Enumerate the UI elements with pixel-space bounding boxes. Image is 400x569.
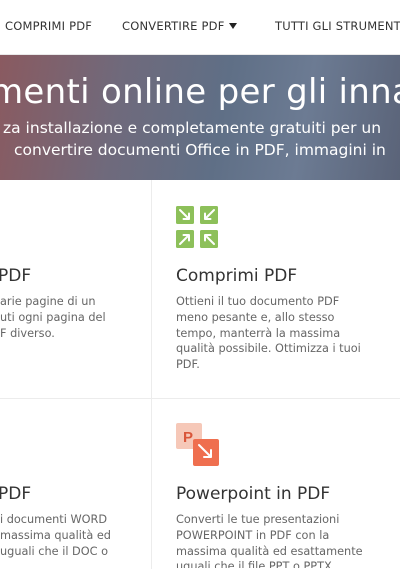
desc-line: POWERPOINT in PDF con la bbox=[176, 528, 330, 542]
desc-line: Converti le tue presentazioni bbox=[176, 513, 340, 526]
nav-all-tools[interactable]: TUTTI GLI STRUMENTI bbox=[275, 19, 400, 33]
tool-card-split-description: arie pagine di un uti ogni pagina del F … bbox=[0, 294, 150, 344]
tool-card-compress-description: Ottieni il tuo documento PDF meno pesant… bbox=[176, 294, 391, 373]
desc-line: qualità possibile. Ottimizza i tuoi bbox=[176, 342, 361, 356]
caret-down-icon bbox=[228, 23, 237, 29]
grid-divider-horizontal bbox=[0, 398, 400, 399]
tool-card-compress-title: Comprimi PDF bbox=[176, 266, 298, 286]
hero-title: menti online per gli innam bbox=[0, 72, 400, 112]
tool-card-word-title: PDF bbox=[0, 484, 32, 504]
compress-arrows-icon bbox=[176, 206, 218, 248]
desc-line: uguali che il file PPT o PPTX bbox=[176, 560, 332, 568]
nav-convert-pdf[interactable]: CONVERTIRE PDF bbox=[122, 19, 237, 33]
desc-line: tempo, manterrà la massima bbox=[176, 326, 341, 340]
desc-line: uti ogni pagina del bbox=[0, 310, 106, 324]
desc-line: uguali che il DOC o bbox=[0, 544, 109, 558]
desc-line: PDF. bbox=[176, 358, 200, 372]
desc-line: i documenti WORD bbox=[0, 513, 108, 526]
desc-line: meno pesante e, allo stesso bbox=[176, 310, 335, 324]
hero-subtitle-line-2: convertire documenti Office in PDF, imma… bbox=[14, 141, 386, 159]
tool-card-powerpoint-description: Converti le tue presentazioni POWERPOINT… bbox=[176, 512, 391, 568]
top-navigation: COMPRIMI PDF CONVERTIRE PDF TUTTI GLI ST… bbox=[0, 0, 400, 55]
desc-line: arie pagine di un bbox=[0, 295, 96, 308]
svg-text:P: P bbox=[183, 429, 193, 446]
tool-card-powerpoint-title: Powerpoint in PDF bbox=[176, 484, 331, 504]
grid-divider-vertical bbox=[151, 180, 152, 569]
desc-line: massima qualità ed esattamente bbox=[176, 544, 363, 558]
nav-convert-label: CONVERTIRE PDF bbox=[122, 19, 225, 33]
desc-line: F diverso. bbox=[0, 326, 55, 340]
nav-compress-pdf[interactable]: COMPRIMI PDF bbox=[5, 19, 92, 33]
desc-line: Ottieni il tuo documento PDF bbox=[176, 295, 340, 308]
hero-subtitle-line-1: za installazione e completamente gratuit… bbox=[3, 119, 382, 137]
hero-banner: menti online per gli innam za installazi… bbox=[0, 55, 400, 180]
desc-line: massima qualità ed bbox=[0, 528, 111, 542]
tool-card-word-description: i documenti WORD massima qualità ed ugua… bbox=[0, 512, 150, 562]
tool-card-split-title: PDF bbox=[0, 266, 32, 286]
powerpoint-to-pdf-icon: P bbox=[176, 423, 219, 466]
